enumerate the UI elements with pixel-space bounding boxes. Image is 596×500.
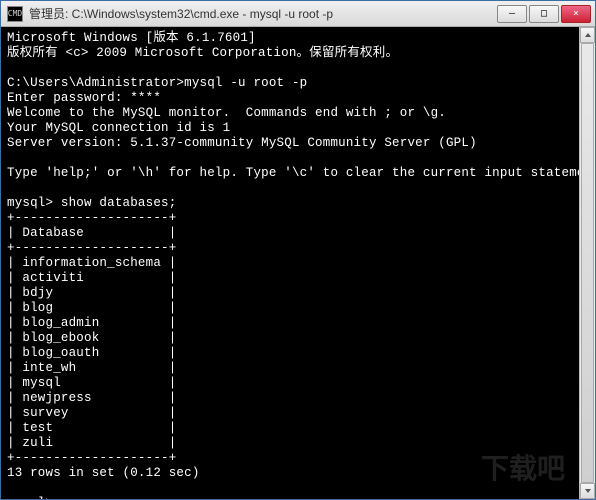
titlebar[interactable]: CMD 管理员: C:\Windows\system32\cmd.exe - m… [1, 1, 595, 27]
scroll-down-button[interactable] [580, 483, 595, 499]
scroll-track[interactable] [580, 43, 595, 483]
minimize-button[interactable]: – [497, 5, 527, 23]
scroll-up-button[interactable] [580, 27, 595, 43]
terminal-output[interactable]: Microsoft Windows [版本 6.1.7601] 版权所有 <c>… [1, 27, 595, 499]
cmd-window: CMD 管理员: C:\Windows\system32\cmd.exe - m… [0, 0, 596, 500]
chevron-up-icon [584, 31, 592, 39]
chevron-down-icon [584, 487, 592, 495]
scroll-thumb[interactable] [581, 43, 594, 483]
window-controls: – □ × [495, 5, 591, 23]
maximize-button[interactable]: □ [529, 5, 559, 23]
window-title: 管理员: C:\Windows\system32\cmd.exe - mysql… [29, 5, 495, 22]
close-button[interactable]: × [561, 5, 591, 23]
close-icon: × [573, 8, 579, 19]
vertical-scrollbar[interactable] [579, 27, 595, 499]
minimize-icon: – [509, 8, 515, 19]
cmd-icon: CMD [7, 6, 23, 22]
maximize-icon: □ [541, 8, 547, 19]
